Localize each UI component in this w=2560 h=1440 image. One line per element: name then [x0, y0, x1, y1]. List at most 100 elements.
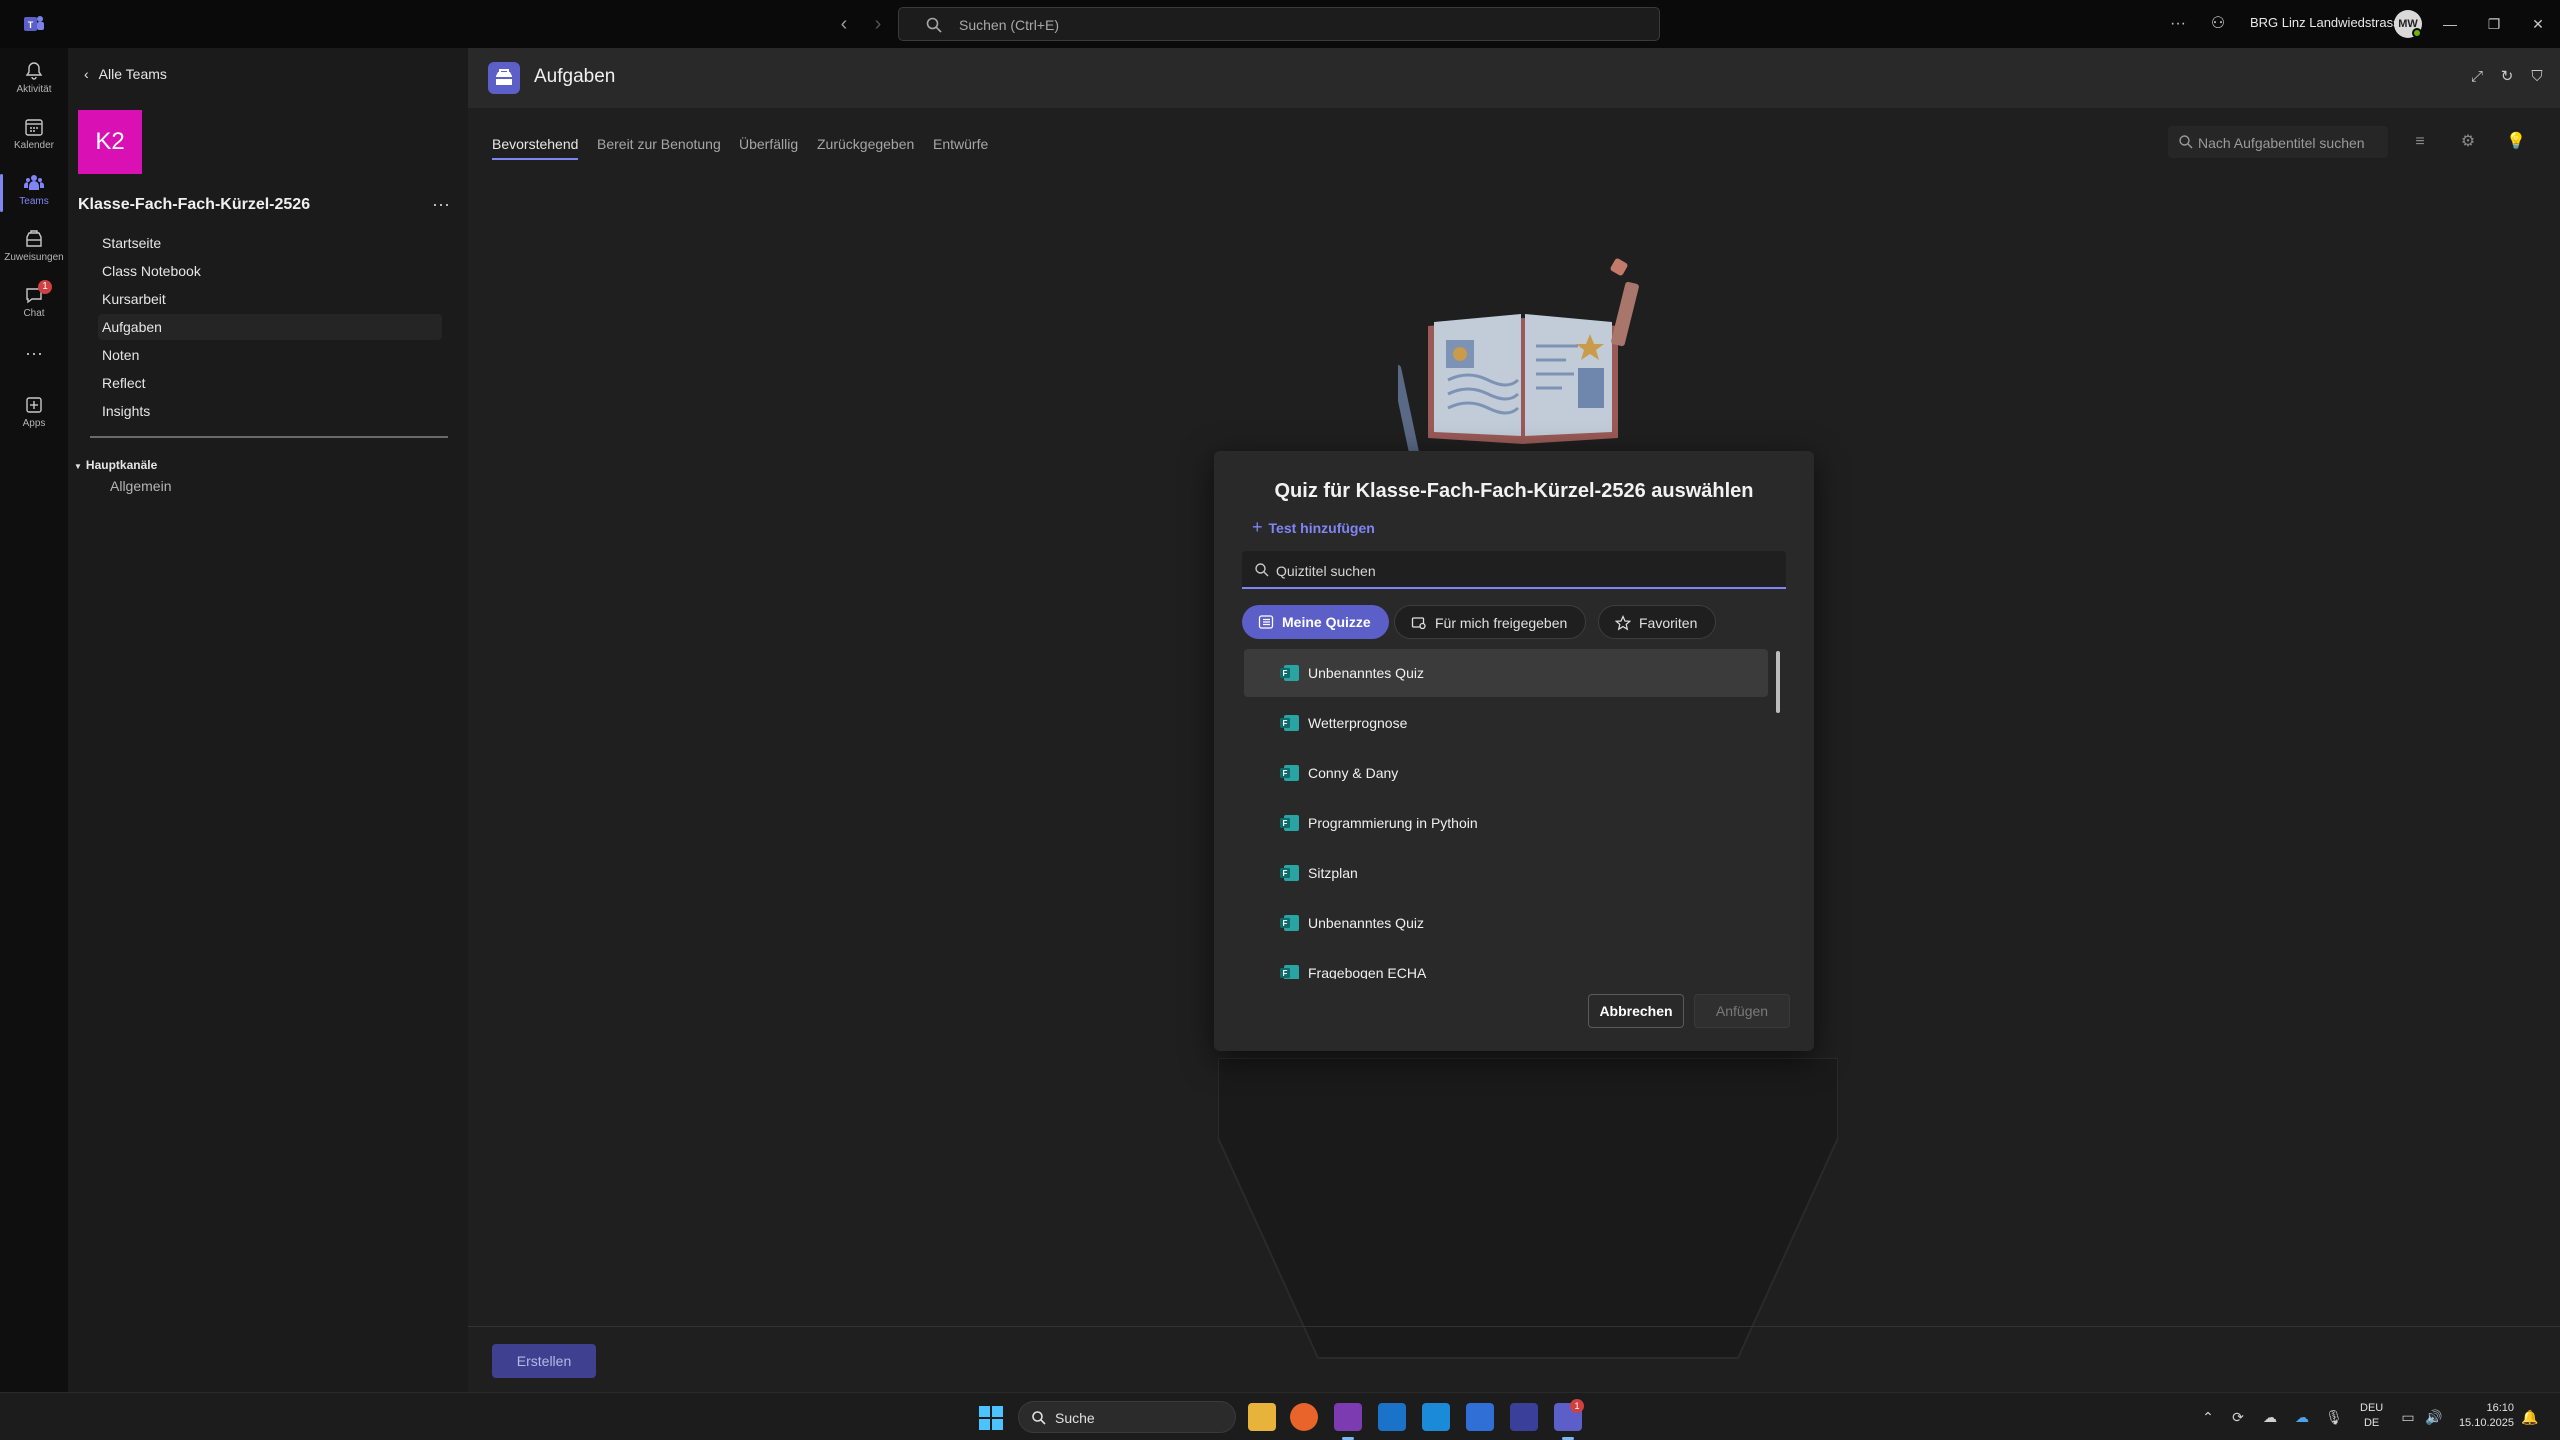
minimize-icon[interactable]: —: [2438, 12, 2462, 36]
quiz-list-item[interactable]: F Sitzplan: [1244, 849, 1768, 897]
tab-bevorstehend[interactable]: Bevorstehend: [492, 136, 579, 160]
rail-item-chat[interactable]: 1 Chat: [0, 278, 68, 330]
team-nav-noten[interactable]: Noten: [98, 342, 442, 368]
teams-logo-icon[interactable]: T: [22, 12, 46, 36]
channels-heading[interactable]: ▼ Hauptkanäle: [74, 458, 157, 472]
taskbar-search[interactable]: Suche: [1018, 1401, 1236, 1433]
back-arrow-icon[interactable]: ‹: [832, 12, 856, 36]
rail-item-calendar[interactable]: Kalender: [0, 110, 68, 162]
quiz-list: F Unbenanntes Quiz F Wetterprognose F Co…: [1244, 649, 1772, 979]
rail-item-teams[interactable]: Teams: [0, 166, 68, 218]
more-options-icon[interactable]: ···: [2166, 12, 2190, 36]
add-test-button[interactable]: + Test hinzufügen: [1252, 517, 1375, 538]
bell-icon: [25, 62, 43, 80]
tab-zurueckgegeben[interactable]: Zurückgegeben: [817, 136, 914, 152]
quiz-picker-dialog: Quiz für Klasse-Fach-Fach-Kürzel-2526 au…: [1214, 451, 1814, 1051]
todo-icon[interactable]: [1466, 1403, 1494, 1431]
attach-button[interactable]: Anfügen: [1694, 994, 1790, 1028]
people-icon[interactable]: ⚇: [2206, 12, 2230, 36]
search-icon: [926, 17, 942, 33]
file-explorer-icon[interactable]: [1248, 1403, 1276, 1431]
search-icon: [1255, 563, 1269, 577]
rail-label: Kalender: [13, 140, 55, 151]
rail-label: Apps: [22, 418, 46, 429]
title-bar: T ‹ › Suchen (Ctrl+E) ··· ⚇ BRG Linz Lan…: [0, 0, 2560, 48]
all-teams-link[interactable]: ‹ Alle Teams: [84, 66, 167, 82]
close-icon[interactable]: ✕: [2526, 12, 2550, 36]
teams-taskbar-badge: 1: [1570, 1399, 1584, 1413]
notifications-icon[interactable]: 🔔: [2520, 1407, 2540, 1427]
microphone-icon[interactable]: 🎙: [2324, 1407, 2344, 1427]
list-icon: [1258, 615, 1274, 629]
rail-item-assignments[interactable]: Zuweisungen: [0, 222, 68, 274]
teams-taskbar-icon[interactable]: 1: [1554, 1399, 1584, 1440]
restore-icon[interactable]: ❐: [2482, 12, 2506, 36]
all-teams-label: Alle Teams: [98, 66, 167, 82]
svg-text:F: F: [1283, 719, 1288, 728]
task-search-placeholder: Nach Aufgabentitel suchen: [2198, 135, 2365, 151]
tab-ueberfaellig[interactable]: Überfällig: [739, 136, 798, 152]
filter-favorites[interactable]: Favoriten: [1598, 605, 1717, 639]
quiz-title: Wetterprognose: [1308, 715, 1408, 731]
channel-item-allgemein[interactable]: Allgemein: [110, 478, 171, 494]
filter-my-quizzes[interactable]: Meine Quizze: [1242, 605, 1389, 639]
refresh-icon[interactable]: ↻: [2496, 66, 2518, 88]
chevron-up-icon[interactable]: ⌃: [2198, 1407, 2218, 1427]
input-language[interactable]: DEU DE: [2360, 1401, 2383, 1431]
onedrive-icon[interactable]: ☁: [2292, 1407, 2312, 1427]
expand-icon[interactable]: ⤢: [2466, 66, 2488, 88]
windows-start-icon[interactable]: [978, 1405, 1004, 1431]
forward-arrow-icon[interactable]: ›: [866, 12, 890, 36]
tab-entwuerfe[interactable]: Entwürfe: [933, 136, 988, 152]
more-icon: ···: [25, 343, 43, 363]
quiz-search-input[interactable]: Quiztitel suchen: [1242, 551, 1786, 589]
quiz-list-item[interactable]: F Fragebogen ECHA: [1244, 949, 1768, 979]
sync-icon[interactable]: ⟳: [2228, 1407, 2248, 1427]
quiz-list-item[interactable]: F Wetterprognose: [1244, 699, 1768, 747]
lightbulb-icon[interactable]: 💡: [2504, 130, 2528, 154]
team-more-icon[interactable]: ···: [432, 194, 450, 215]
clock[interactable]: 16:10 15.10.2025: [2458, 1401, 2514, 1431]
tab-bereit-zur-benotung[interactable]: Bereit zur Benotung: [597, 136, 721, 152]
volume-icon[interactable]: 🔊: [2424, 1407, 2444, 1427]
filter-icon[interactable]: ≡: [2408, 130, 2432, 154]
cancel-button[interactable]: Abbrechen: [1588, 994, 1684, 1028]
rail-label: Teams: [19, 196, 49, 207]
svg-text:F: F: [1283, 769, 1288, 778]
quick-assist-icon[interactable]: [1510, 1403, 1538, 1431]
rail-more-apps[interactable]: ···: [0, 338, 68, 368]
quiz-list-scrollbar[interactable]: [1776, 651, 1780, 713]
gear-icon[interactable]: ⚙: [2456, 130, 2480, 154]
outlook-icon[interactable]: [1378, 1403, 1406, 1431]
firefox-icon[interactable]: [1290, 1403, 1318, 1431]
page-title: Aufgaben: [534, 66, 616, 87]
keyboard-layout: DE: [2363, 1417, 2380, 1429]
team-nav-insights[interactable]: Insights: [98, 398, 442, 424]
star-icon: [1615, 615, 1631, 631]
language-code: DEU: [2360, 1402, 2384, 1414]
team-nav-class-notebook[interactable]: Class Notebook: [98, 258, 442, 284]
network-icon[interactable]: ▭: [2398, 1407, 2418, 1427]
rail-item-activity[interactable]: Aktivität: [0, 54, 68, 106]
shield-icon[interactable]: ⛉: [2526, 66, 2548, 88]
global-search-input[interactable]: Suchen (Ctrl+E): [898, 7, 1660, 41]
team-nav-startseite[interactable]: Startseite: [98, 230, 442, 256]
quiz-list-item[interactable]: F Unbenanntes Quiz: [1244, 649, 1768, 697]
quiz-list-item[interactable]: F Conny & Dany: [1244, 749, 1768, 797]
rail-item-apps[interactable]: Apps: [0, 388, 68, 440]
team-nav-reflect[interactable]: Reflect: [98, 370, 442, 396]
quiz-list-item[interactable]: F Programmierung in Pythoin: [1244, 799, 1768, 847]
forms-icon: F: [1280, 815, 1299, 831]
calendar-app-icon[interactable]: [1422, 1403, 1450, 1431]
org-name: BRG Linz Landwiedstrasse: [2250, 15, 2407, 30]
cloud-icon[interactable]: ☁: [2260, 1407, 2280, 1427]
create-button[interactable]: Erstellen: [492, 1344, 596, 1378]
team-nav-aufgaben[interactable]: Aufgaben: [98, 314, 442, 340]
quiz-list-item[interactable]: F Unbenanntes Quiz: [1244, 899, 1768, 947]
onenote-icon[interactable]: [1334, 1403, 1362, 1440]
team-nav-kursarbeit[interactable]: Kursarbeit: [98, 286, 442, 312]
quiz-title: Programmierung in Pythoin: [1308, 815, 1478, 831]
add-test-label: Test hinzufügen: [1268, 520, 1375, 536]
filter-shared-with-me[interactable]: Für mich freigegeben: [1394, 605, 1587, 639]
task-search-input[interactable]: Nach Aufgabentitel suchen: [2168, 126, 2388, 158]
